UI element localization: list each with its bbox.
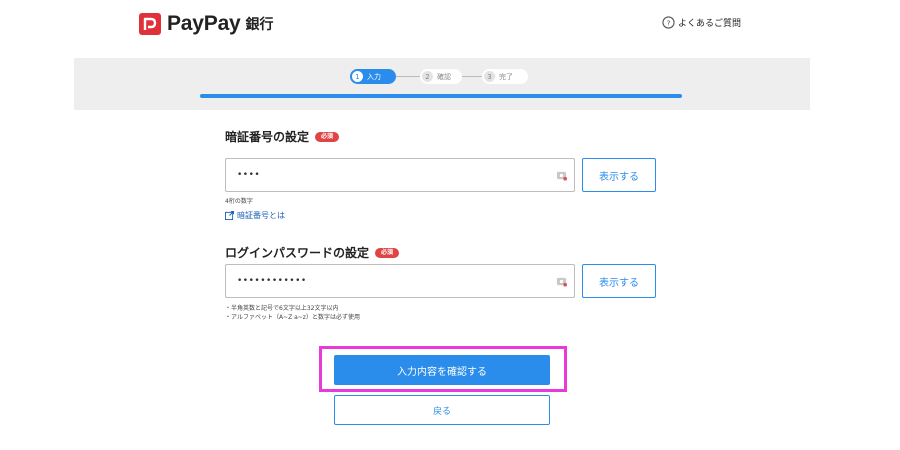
step-label: 確認 xyxy=(437,72,451,81)
external-link-icon xyxy=(225,211,234,220)
pin-show-button[interactable]: 表示する xyxy=(582,158,656,192)
password-hint-2: ・アルファベット（A~Z a~z）と数字は必ず使用 xyxy=(225,314,360,321)
paypay-bank-logo[interactable]: PayPay 銀行 xyxy=(139,10,274,38)
required-badge: 必須 xyxy=(315,131,340,142)
pin-title-text: 暗証番号の設定 xyxy=(225,130,310,144)
question-circle-icon: ? xyxy=(662,16,675,29)
password-manager-icon[interactable] xyxy=(556,276,567,287)
logo-subtitle: 銀行 xyxy=(245,17,274,33)
password-manager-icon[interactable] xyxy=(556,170,567,181)
required-badge: 必須 xyxy=(375,247,400,258)
password-input[interactable]: •••••••••••• xyxy=(225,264,575,298)
step-number: 2 xyxy=(422,71,433,82)
pin-help-link[interactable]: 暗証番号とは xyxy=(225,210,285,221)
logo-text: PayPay xyxy=(167,12,241,35)
faq-link[interactable]: ? よくあるご質問 xyxy=(662,16,741,29)
step-number: 3 xyxy=(484,71,495,82)
password-title-text: ログインパスワードの設定 xyxy=(225,246,370,260)
step-connector xyxy=(462,76,482,77)
confirm-button[interactable]: 入力内容を確認する xyxy=(334,355,550,385)
password-section-title: ログインパスワードの設定 必須 xyxy=(225,244,400,261)
pin-input[interactable]: •••• xyxy=(225,158,575,192)
progress-bar xyxy=(200,94,682,98)
progress-stepper: 1 入力 2 確認 3 完了 xyxy=(74,58,810,110)
step-confirm: 2 確認 xyxy=(420,69,462,84)
step-number: 1 xyxy=(352,71,363,82)
step-label: 完了 xyxy=(499,72,513,81)
step-connector xyxy=(396,76,420,77)
pin-hint: 4桁の数字 xyxy=(225,198,253,205)
paypay-logo-icon xyxy=(139,13,161,35)
password-value: •••••••••••• xyxy=(237,276,307,286)
step-complete: 3 完了 xyxy=(482,69,528,84)
faq-label: よくあるご質問 xyxy=(678,19,742,29)
pin-help-link-text: 暗証番号とは xyxy=(237,211,285,220)
step-label: 入力 xyxy=(367,72,381,81)
step-input: 1 入力 xyxy=(350,69,396,84)
password-show-button[interactable]: 表示する xyxy=(582,264,656,298)
back-button[interactable]: 戻る xyxy=(334,395,550,425)
password-hint-1: ・半角英数と記号で6文字以上32文字以内 xyxy=(225,305,339,312)
pin-section-title: 暗証番号の設定 必須 xyxy=(225,128,340,145)
pin-value: •••• xyxy=(237,170,261,180)
svg-text:?: ? xyxy=(667,18,671,27)
